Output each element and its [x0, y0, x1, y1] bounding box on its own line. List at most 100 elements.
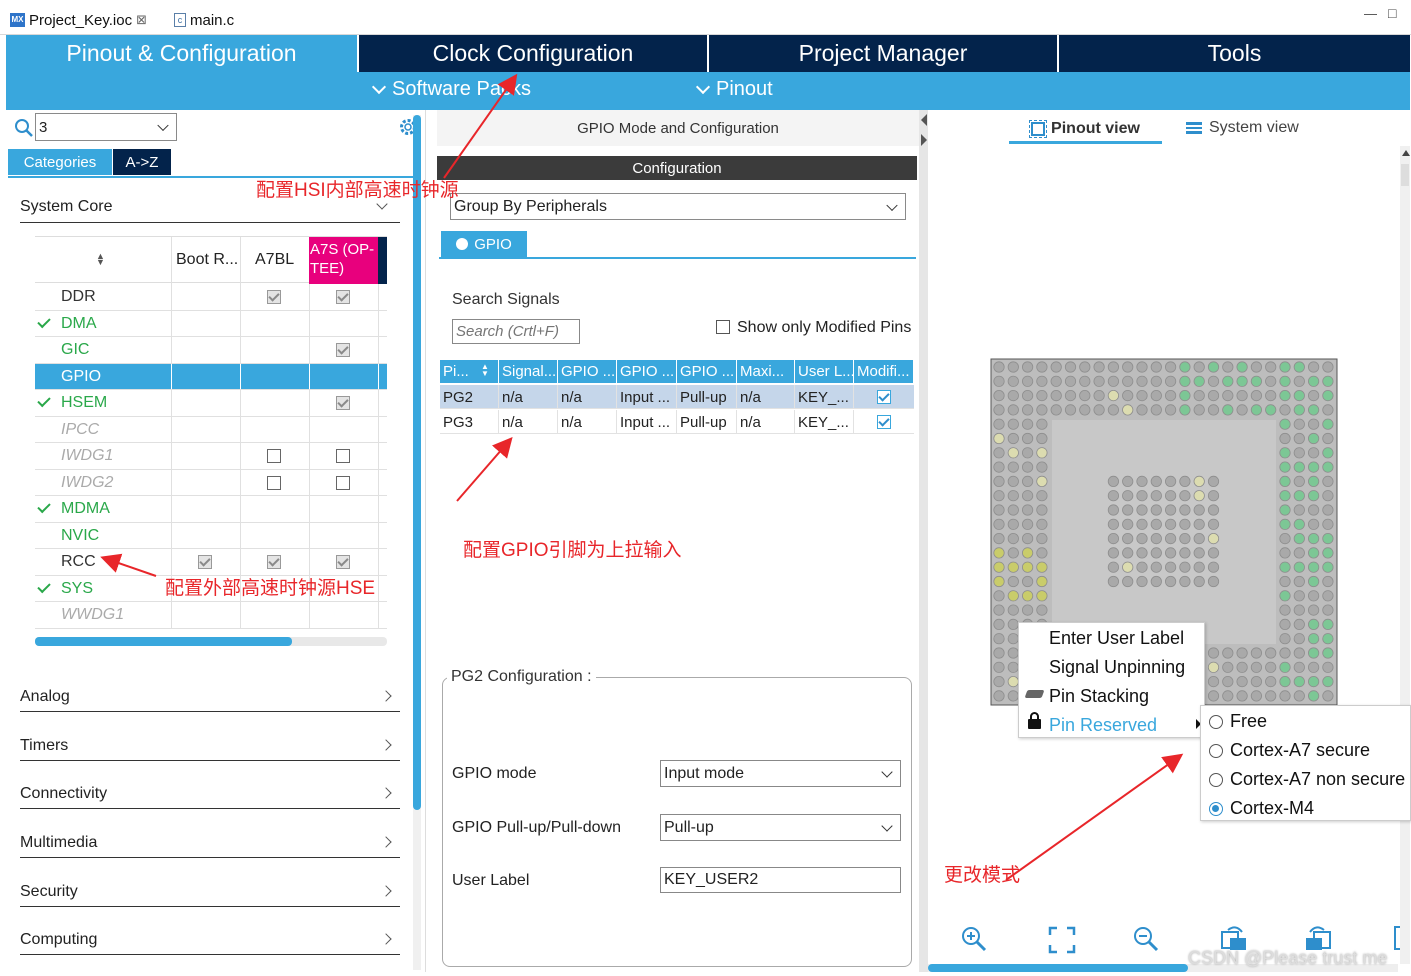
ball-pin[interactable] [1007, 361, 1019, 373]
ball-pin[interactable] [1307, 447, 1320, 459]
ball-pin[interactable] [1307, 490, 1320, 502]
submenu-item-label[interactable]: Cortex-M4 [1230, 798, 1314, 819]
ball-pin[interactable] [1293, 504, 1305, 516]
ball-pin[interactable] [1307, 375, 1320, 387]
ball-pin[interactable] [1236, 690, 1248, 702]
ball-pin[interactable] [1307, 418, 1320, 430]
context-checkbox[interactable] [267, 449, 281, 463]
peripheral-row-gic[interactable]: GIC [35, 337, 387, 364]
ball-pin[interactable] [1293, 533, 1305, 545]
ball-pin[interactable] [1007, 490, 1019, 502]
ball-pin[interactable] [1193, 389, 1205, 402]
peripheral-row-rcc[interactable]: RCC [35, 549, 387, 576]
ball-pin[interactable] [1036, 404, 1048, 416]
tab-tools[interactable]: Tools [1059, 35, 1410, 72]
ball-pin[interactable] [1307, 633, 1320, 645]
tab-clock-configuration[interactable]: Clock Configuration [359, 35, 709, 72]
file-tab-main-c[interactable]: c main.c [174, 7, 234, 33]
tab-project-manager[interactable]: Project Manager [709, 35, 1059, 72]
ball-pin[interactable] [1136, 561, 1148, 573]
ball-pin[interactable] [1136, 475, 1148, 488]
ball-pin[interactable] [1122, 518, 1134, 530]
ball-pin[interactable] [1322, 389, 1334, 402]
ball-pin[interactable] [1136, 404, 1148, 416]
ball-pin[interactable] [1179, 547, 1191, 559]
ball-pin[interactable] [1293, 561, 1305, 573]
ball-pin[interactable] [1179, 533, 1191, 545]
ball-pin[interactable] [1307, 533, 1320, 545]
ball-pin[interactable] [1322, 447, 1334, 459]
ball-pin[interactable] [1279, 675, 1291, 688]
ball-pin[interactable] [1150, 575, 1162, 588]
ball-pin[interactable] [1165, 561, 1177, 573]
ball-pin[interactable] [1107, 404, 1120, 416]
ball-pin[interactable] [1179, 375, 1191, 387]
ball-pin[interactable] [1207, 561, 1220, 573]
ball-pin[interactable] [1293, 447, 1305, 459]
ball-pin[interactable] [1279, 604, 1291, 616]
close-tab-icon[interactable]: ⊠ [136, 12, 147, 28]
ball-pin[interactable] [993, 404, 1005, 416]
ball-pin[interactable] [993, 504, 1005, 516]
ball-pin[interactable] [1307, 504, 1320, 516]
peripheral-row-mdma[interactable]: MDMA [35, 496, 387, 523]
ball-pin[interactable] [1322, 633, 1334, 645]
context-checkbox[interactable] [336, 449, 350, 463]
ball-pin[interactable] [993, 618, 1005, 630]
ball-pin[interactable] [1007, 375, 1019, 387]
ball-pin[interactable] [1007, 475, 1019, 488]
section-analog[interactable]: Analog [20, 684, 400, 712]
ball-pin[interactable] [1021, 361, 1034, 373]
ball-pin[interactable] [1107, 547, 1120, 559]
context-checkbox[interactable] [336, 343, 350, 357]
ball-pin[interactable] [993, 518, 1005, 530]
ball-pin[interactable] [1007, 690, 1019, 702]
ball-pin[interactable] [1107, 475, 1120, 488]
show-modified-checkbox[interactable] [716, 320, 730, 334]
ball-pin[interactable] [1322, 547, 1334, 559]
ball-pin[interactable] [1307, 561, 1320, 573]
ball-pin[interactable] [1193, 561, 1205, 573]
ball-pin[interactable] [1250, 675, 1262, 688]
collapse-right-icon[interactable] [921, 134, 927, 146]
zoom-out-icon[interactable] [1132, 925, 1160, 953]
minimize-icon[interactable]: — [1364, 6, 1377, 21]
zoom-in-icon[interactable] [960, 925, 988, 953]
ball-pin[interactable] [1236, 361, 1248, 373]
ball-pin[interactable] [1021, 547, 1034, 559]
ball-pin[interactable] [1179, 518, 1191, 530]
column-header[interactable]: User L... [795, 360, 854, 383]
ball-pin[interactable] [1136, 575, 1148, 588]
ball-pin[interactable] [1222, 675, 1234, 688]
ball-pin[interactable] [1307, 590, 1320, 602]
ball-pin[interactable] [1279, 590, 1291, 602]
sort-icon[interactable]: ▲ ▼ [481, 363, 489, 378]
ball-pin[interactable] [1021, 590, 1034, 602]
ball-pin[interactable] [1036, 604, 1048, 616]
ball-pin[interactable] [1265, 647, 1277, 659]
ball-pin[interactable] [1007, 504, 1019, 516]
ball-pin[interactable] [1021, 561, 1034, 573]
ball-pin[interactable] [1179, 561, 1191, 573]
ball-pin[interactable] [1165, 533, 1177, 545]
ball-pin[interactable] [1207, 504, 1220, 516]
menu-item-enter-user-label[interactable]: Enter User Label [1049, 628, 1184, 649]
ball-pin[interactable] [1036, 490, 1048, 502]
ball-pin[interactable] [1021, 575, 1034, 588]
ball-pin[interactable] [1222, 404, 1234, 416]
ball-pin[interactable] [1179, 504, 1191, 516]
ball-pin[interactable] [1322, 604, 1334, 616]
ball-pin[interactable] [1307, 404, 1320, 416]
ball-pin[interactable] [1265, 661, 1277, 673]
ball-pin[interactable] [1050, 404, 1062, 416]
ball-pin[interactable] [1021, 533, 1034, 545]
ball-pin[interactable] [1265, 375, 1277, 387]
ball-pin[interactable] [1279, 475, 1291, 488]
ball-pin[interactable] [993, 690, 1005, 702]
context-checkbox[interactable] [267, 555, 281, 569]
pull-up-down-select[interactable]: Pull-up [660, 814, 901, 841]
ball-pin[interactable] [1279, 389, 1291, 402]
tab-pinout-view[interactable]: Pinout view [1009, 116, 1162, 144]
ball-pin[interactable] [1207, 533, 1220, 545]
ball-pin[interactable] [1021, 389, 1034, 402]
